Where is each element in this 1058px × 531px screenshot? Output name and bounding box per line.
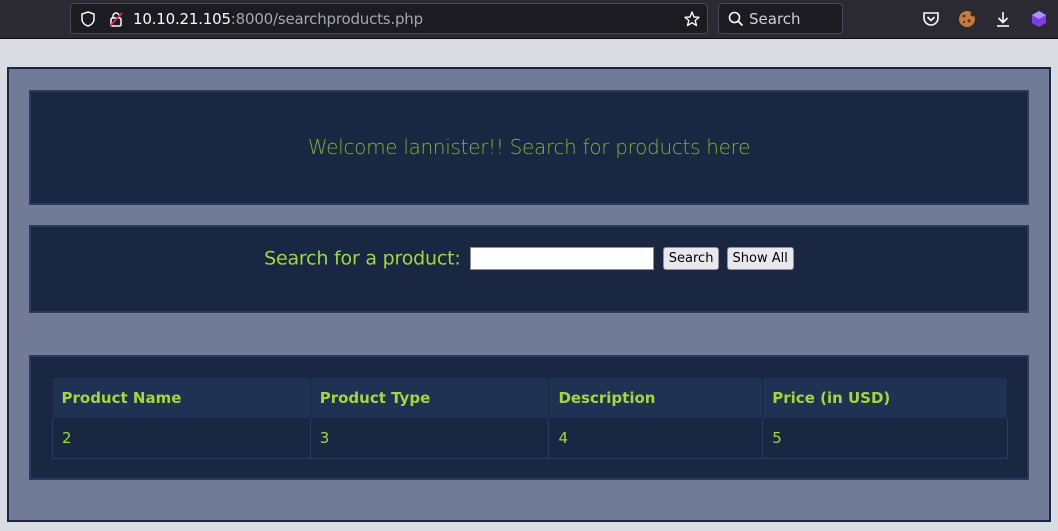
search-icon	[727, 10, 745, 28]
browser-search-box[interactable]: Search	[718, 3, 843, 34]
cell-price: 5	[762, 418, 1008, 459]
header-description: Description	[548, 378, 764, 418]
table-row: 2 3 4 5	[52, 418, 1008, 459]
welcome-panel: Welcome lannister!! Search for products …	[29, 90, 1029, 205]
search-panel: Search for a product: Search Show All	[29, 225, 1029, 313]
cell-description: 4	[548, 418, 764, 459]
search-label: Search for a product:	[264, 247, 461, 270]
url-text[interactable]: 10.10.21.105:8000/searchproducts.php	[133, 10, 423, 28]
search-button[interactable]: Search	[662, 247, 720, 270]
shield-icon[interactable]	[79, 10, 97, 28]
address-bar[interactable]: 10.10.21.105:8000/searchproducts.php	[70, 3, 708, 34]
download-icon[interactable]	[993, 9, 1013, 29]
cookie-extension-icon[interactable]	[957, 9, 977, 29]
insecure-lock-icon[interactable]	[107, 10, 125, 28]
pocket-icon[interactable]	[921, 9, 941, 29]
bookmark-star-icon[interactable]	[683, 10, 701, 28]
header-product-type: Product Type	[310, 378, 550, 418]
products-table: Product Name Product Type Description Pr…	[52, 378, 1008, 459]
header-price: Price (in USD)	[762, 378, 1008, 418]
extension-icon[interactable]	[1029, 9, 1049, 29]
table-header-row: Product Name Product Type Description Pr…	[52, 378, 1008, 418]
results-panel: Product Name Product Type Description Pr…	[29, 355, 1029, 480]
show-all-button[interactable]: Show All	[726, 247, 794, 270]
welcome-heading: Welcome lannister!! Search for products …	[307, 135, 751, 159]
browser-toolbar: 10.10.21.105:8000/searchproducts.php Sea…	[0, 0, 1058, 39]
browser-search-placeholder: Search	[749, 10, 801, 28]
url-path: :8000/searchproducts.php	[230, 10, 423, 28]
cell-product-type: 3	[309, 418, 550, 459]
search-form: Search for a product: Search Show All	[31, 247, 1027, 270]
header-product-name: Product Name	[52, 378, 311, 418]
product-search-input[interactable]	[469, 247, 654, 270]
cell-product-name: 2	[52, 418, 311, 459]
url-host: 10.10.21.105	[133, 10, 231, 28]
page-container: Welcome lannister!! Search for products …	[7, 67, 1051, 522]
